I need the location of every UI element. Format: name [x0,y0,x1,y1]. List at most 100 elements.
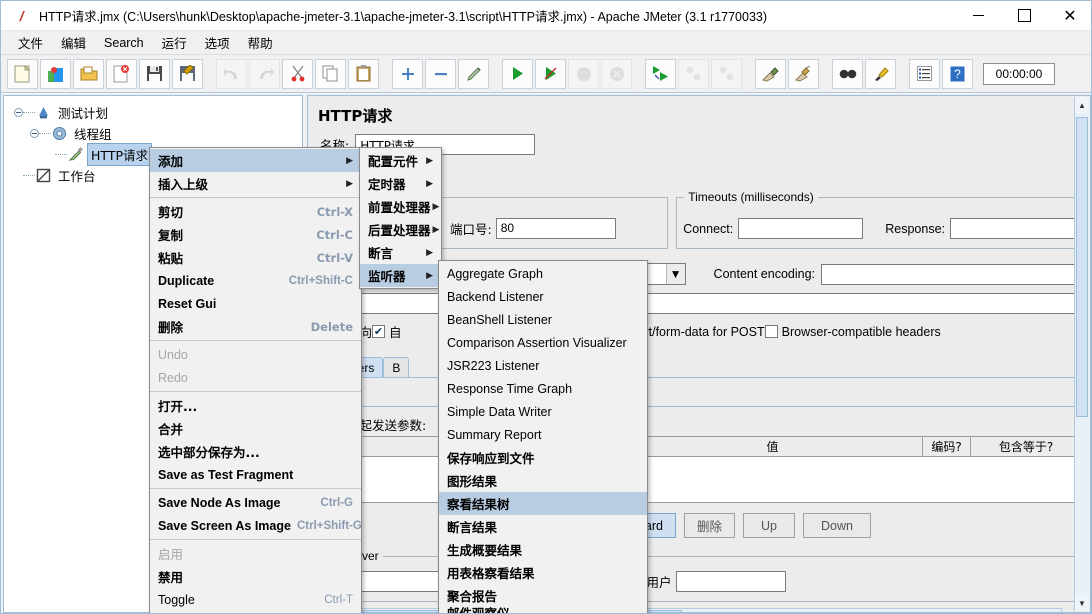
new-test-plan-icon[interactable] [7,58,38,89]
menu-item-save-selection-as[interactable]: 选中部分保存为... [150,440,361,463]
redo-icon[interactable] [249,58,280,89]
listener-item-view-results-tree[interactable]: 察看结果树 [439,492,647,515]
menu-item-cut[interactable]: 剪切 Ctrl-X [150,200,361,223]
clear-icon[interactable] [755,58,786,89]
params-table-body[interactable] [322,457,1082,503]
listener-item-response-time-graph[interactable]: Response Time Graph [439,377,647,400]
copy-icon[interactable] [315,58,346,89]
listener-item-aggregate-graph[interactable]: Aggregate Graph [439,262,647,285]
save-as-icon[interactable] [172,58,203,89]
tree-label-thread-group[interactable]: 线程组 [71,123,115,144]
start-icon[interactable] [502,58,533,89]
tree-node-thread-group[interactable]: 线程组 [10,123,302,144]
scroll-up-arrow-icon[interactable]: ▲ [1075,97,1089,113]
menu-item-copy[interactable]: 复制 Ctrl-C [150,223,361,246]
stop-remote-all-icon[interactable] [678,58,709,89]
maximize-button[interactable] [1001,1,1047,31]
connect-input[interactable] [738,218,864,239]
listener-item-simple-data-writer[interactable]: Simple Data Writer [439,400,647,423]
tree-context-menu[interactable]: 添加 ▶ 插入上级 ▶ 剪切 Ctrl-X 复制 Ctrl-C 粘贴 Ctrl-… [149,147,362,613]
menu-item-paste[interactable]: 粘贴 Ctrl-V [150,246,361,269]
listener-item-view-results-in-table[interactable]: 用表格察看结果 [439,561,647,584]
menu-item-enable[interactable]: 启用 [150,542,361,565]
expand-handle-icon[interactable] [14,108,23,117]
tree-label-workbench[interactable]: 工作台 [55,165,99,186]
proxy-user-input[interactable] [675,571,786,592]
response-input[interactable] [950,218,1075,239]
clear-all-icon[interactable] [788,58,819,89]
scroll-down-arrow-icon[interactable]: ▼ [1075,595,1089,611]
menu-item-disable[interactable]: 禁用 [150,565,361,588]
menu-item-save-screen-as-image[interactable]: Save Screen As Image Ctrl+Shift-G [150,514,362,537]
follow-redirects-checkbox[interactable]: ✔ [372,325,386,338]
vscroll-thumb[interactable] [1076,117,1088,417]
menu-item-save-node-as-image[interactable]: Save Node As Image Ctrl-G [150,491,361,514]
menu-item-merge[interactable]: 合并 [150,417,361,440]
tree-label-test-plan[interactable]: 测试计划 [55,102,111,123]
port-input[interactable]: 80 [495,218,616,239]
menu-item-insert-parent[interactable]: 插入上级 ▶ [150,172,361,195]
browser-compatible-headers-checkbox[interactable] [764,325,778,338]
paste-icon[interactable] [348,58,379,89]
submenu-item-assertion[interactable]: 断言 ▶ [360,241,441,264]
menu-edit[interactable]: 编辑 [52,31,95,54]
open-icon[interactable] [73,58,104,89]
menu-item-save-as-test-fragment[interactable]: Save as Test Fragment [150,463,361,486]
listener-item-save-responses-to-file[interactable]: 保存响应到文件 [439,446,647,469]
tree-label-http-request[interactable]: HTTP请求 [87,143,152,166]
templates-icon[interactable] [40,58,71,89]
listener-item-jsr223-listener[interactable]: JSR223 Listener [439,354,647,377]
listener-item-assertion-results[interactable]: 断言结果 [439,515,647,538]
menu-options[interactable]: 选项 [196,31,239,54]
listener-item-backend-listener[interactable]: Backend Listener [439,285,647,308]
menu-item-duplicate[interactable]: Duplicate Ctrl+Shift-C [150,269,361,292]
toggle-icon[interactable] [458,58,489,89]
menu-item-open[interactable]: 打开... [150,394,361,417]
menu-item-add[interactable]: 添加 ▶ [150,149,361,172]
shutdown-remote-all-icon[interactable] [711,58,742,89]
listener-item-generate-summary-results[interactable]: 生成概要结果 [439,538,647,561]
close-button[interactable]: ✕ [1047,1,1091,31]
shutdown-icon[interactable] [601,58,632,89]
menu-help[interactable]: 帮助 [239,31,282,54]
listener-item-aggregate-report[interactable]: 聚合报告 [439,584,647,607]
undo-icon[interactable] [216,58,247,89]
vertical-scrollbar[interactable]: ▲ ▼ [1074,97,1089,611]
content-encoding-input[interactable] [821,263,1082,285]
up-button[interactable]: Up [743,513,795,538]
menu-item-redo[interactable]: Redo [150,366,361,389]
menu-item-toggle[interactable]: Toggle Ctrl-T [150,588,361,611]
listener-item-summary-report[interactable]: Summary Report [439,423,647,446]
horizontal-scrollbar[interactable] [310,608,1062,612]
listener-item-more[interactable]: 邮件观察仪 [439,607,647,613]
collapse-all-icon[interactable] [425,58,456,89]
tree-node-test-plan[interactable]: 测试计划 [10,102,302,123]
reset-search-icon[interactable] [865,58,896,89]
menu-item-delete[interactable]: 删除 Delete [150,315,361,338]
tab-body-data[interactable]: B [383,357,410,377]
start-no-pauses-icon[interactable] [535,58,566,89]
expand-all-icon[interactable] [392,58,423,89]
down-button[interactable]: Down [803,513,871,538]
menu-item-reset-gui[interactable]: Reset Gui [150,292,361,315]
menu-file[interactable]: 文件 [9,31,52,54]
function-helper-icon[interactable] [909,58,940,89]
stop-icon[interactable] [568,58,599,89]
menu-run[interactable]: 运行 [153,31,196,54]
search-icon[interactable] [832,58,863,89]
submenu-item-pre-processor[interactable]: 前置处理器 ▶ [360,195,441,218]
listener-item-comparison-assertion-visualizer[interactable]: Comparison Assertion Visualizer [439,331,647,354]
menu-item-undo[interactable]: Undo [150,343,361,366]
start-remote-all-icon[interactable] [645,58,676,89]
chevron-down-icon[interactable]: ▼ [665,264,685,284]
submenu-item-config-element[interactable]: 配置元件 ▶ [360,149,441,172]
add-submenu[interactable]: 配置元件 ▶ 定时器 ▶ 前置处理器 ▶ 后置处理器 ▶ 断言 ▶ 监听器 ▶ [359,147,442,289]
expand-handle-icon[interactable] [30,129,39,138]
close-file-icon[interactable] [106,58,137,89]
listener-submenu[interactable]: Aggregate Graph Backend Listener BeanShe… [438,260,648,613]
listener-item-graph-results[interactable]: 图形结果 [439,469,647,492]
save-icon[interactable] [139,58,170,89]
cut-icon[interactable] [282,58,313,89]
menu-search[interactable]: Search [95,34,153,52]
help-icon[interactable]: ? [942,58,973,89]
